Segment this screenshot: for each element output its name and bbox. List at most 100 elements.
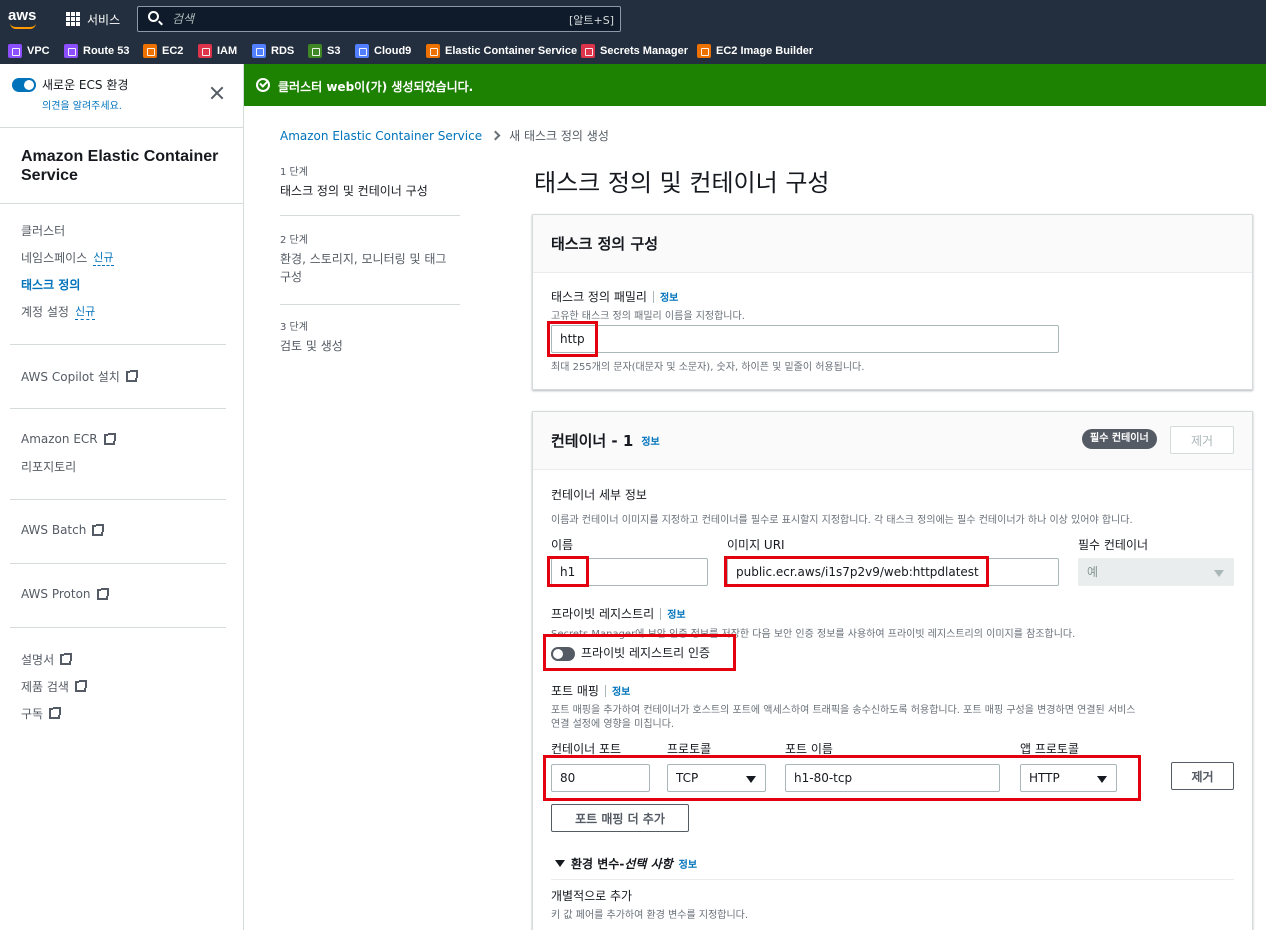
step-label: 환경, 스토리지, 모니터링 및 태그 구성 <box>280 252 447 284</box>
sidebar-item-label: 네임스페이스 <box>21 251 88 265</box>
sidebar-link-label: AWS Copilot 설치 <box>21 370 120 384</box>
favorite-secrets-manager[interactable]: Secrets Manager <box>581 42 688 60</box>
divider <box>280 304 460 305</box>
favorite-cloud9[interactable]: Cloud9 <box>355 42 411 60</box>
route53-icon <box>64 44 78 58</box>
sidebar-link-product-search[interactable]: 제품 검색 <box>21 678 87 695</box>
new-ecs-label: 새로운 ECS 환경 <box>42 78 129 92</box>
add-port-mapping-button[interactable]: 포트 매핑 더 추가 <box>551 804 689 832</box>
sidebar-link-label: 설명서 <box>21 653 55 667</box>
divider <box>10 627 226 628</box>
favorite-ec2-image-builder[interactable]: EC2 Image Builder <box>697 42 813 60</box>
grid-icon <box>66 12 80 26</box>
favorite-rds[interactable]: RDS <box>252 42 294 60</box>
divider <box>0 203 243 204</box>
sidebar-link-label: 제품 검색 <box>21 680 69 694</box>
info-link[interactable]: 정보 <box>679 856 697 871</box>
port-mapping-description-2: 연결 설정에 영향을 미칩니다. <box>551 719 675 730</box>
sidebar-title[interactable]: Amazon Elastic Container Service <box>21 147 221 185</box>
services-menu-button[interactable]: 서비스 <box>66 9 120 29</box>
sidebar-item-clusters[interactable]: 클러스터 <box>21 222 65 239</box>
step-number: 3 단계 <box>280 322 308 333</box>
breadcrumb-root-link[interactable]: Amazon Elastic Container Service <box>280 129 482 143</box>
aws-logo[interactable]: aws <box>8 7 40 31</box>
services-label: 서비스 <box>87 12 121 27</box>
image-uri-label: 이미지 URI <box>727 538 785 552</box>
family-input[interactable]: http <box>551 325 1059 353</box>
favorite-iam[interactable]: IAM <box>198 42 237 60</box>
divider <box>10 344 226 345</box>
private-registry-label: 프라이빗 레지스트리 정보 <box>551 605 686 622</box>
sidebar-link-batch[interactable]: AWS Batch <box>21 523 105 537</box>
wizard-step-3[interactable]: 3 단계 검토 및 생성 <box>280 318 460 355</box>
sidebar-link-label: AWS Batch <box>21 523 87 537</box>
feedback-link[interactable]: 의견을 알려주세요. <box>42 97 122 112</box>
highlight-private-registry-toggle <box>543 634 736 671</box>
image-builder-icon <box>697 44 711 58</box>
separator <box>660 607 662 620</box>
external-link-icon <box>96 587 109 600</box>
external-link-icon <box>92 523 105 536</box>
sidebar-item-label: 계정 설정 <box>21 305 69 319</box>
caret-down-icon <box>555 860 565 867</box>
info-link[interactable]: 정보 <box>660 289 678 304</box>
favorite-s3[interactable]: S3 <box>308 42 340 60</box>
breadcrumb-current: 새 태스크 정의 생성 <box>509 129 609 143</box>
favorite-route53[interactable]: Route 53 <box>64 42 129 60</box>
info-link[interactable]: 정보 <box>667 606 685 621</box>
step-label: 검토 및 생성 <box>280 339 343 353</box>
divider <box>0 127 243 128</box>
iam-icon <box>198 44 212 58</box>
favorite-vpc[interactable]: VPC <box>8 42 50 60</box>
remove-container-button[interactable]: 제거 <box>1170 426 1234 454</box>
essential-container-label: 필수 컨테이너 <box>1078 538 1149 552</box>
remove-port-mapping-button[interactable]: 제거 <box>1171 762 1234 790</box>
sidebar-item-task-definitions[interactable]: 태스크 정의 <box>21 276 80 293</box>
info-link[interactable]: 정보 <box>612 683 630 698</box>
breadcrumb: Amazon Elastic Container Service 새 태스크 정… <box>280 127 609 144</box>
sidebar-link-subscribe[interactable]: 구독 <box>21 705 62 722</box>
name-label: 이름 <box>551 538 574 552</box>
close-icon[interactable] <box>208 84 226 102</box>
sidebar-link-proton[interactable]: AWS Proton <box>21 587 109 601</box>
container-title-text: 컨테이너 - 1 <box>551 432 634 450</box>
favorite-label: Secrets Manager <box>600 45 689 57</box>
top-navigation: aws 서비스 [알트+S] <box>0 0 1266 38</box>
aws-smile-icon <box>10 23 36 29</box>
vpc-icon <box>8 44 22 58</box>
essential-container-badge: 필수 컨테이너 <box>1082 429 1157 449</box>
wizard-step-2[interactable]: 2 단계 환경, 스토리지, 모니터링 및 태그 구성 <box>280 231 460 286</box>
favorite-ecs[interactable]: Elastic Container Service <box>426 42 577 60</box>
container-details-description: 이름과 컨테이너 이미지를 지정하고 컨테이너를 필수로 표시할지 지정합니다.… <box>551 515 1133 526</box>
sidebar-link-copilot[interactable]: AWS Copilot 설치 <box>21 368 138 385</box>
favorite-label: EC2 <box>162 45 184 57</box>
sidebar-link-repositories[interactable]: 리포지토리 <box>21 458 76 475</box>
essential-container-select[interactable]: 예 <box>1078 558 1234 586</box>
task-definition-panel: 태스크 정의 구성 태스크 정의 패밀리 정보 고유한 태스크 정의 패밀리 이… <box>532 214 1253 390</box>
family-description: 고유한 태스크 정의 패밀리 이름을 지정합니다. <box>551 311 745 322</box>
family-label-text: 태스크 정의 패밀리 <box>551 290 647 304</box>
favorite-ec2[interactable]: EC2 <box>143 42 183 60</box>
environment-variables-toggle[interactable]: 환경 변수 - 선택 사항 정보 <box>555 855 697 872</box>
add-individually-label: 개별적으로 추가 <box>551 889 633 903</box>
favorite-label: Route 53 <box>83 45 130 57</box>
step-number: 2 단계 <box>280 235 308 246</box>
search-box[interactable]: [알트+S] <box>137 6 621 32</box>
family-constraint-hint: 최대 255개의 문자(대문자 및 소문자), 숫자, 하이픈 및 밑줄이 허용… <box>551 362 865 373</box>
step-number: 1 단계 <box>280 167 308 178</box>
search-input[interactable] <box>172 10 552 28</box>
info-link[interactable]: 정보 <box>641 433 659 448</box>
success-flash-banner: 클러스터 web이(가) 생성되었습니다. <box>244 64 1266 106</box>
new-ecs-toggle[interactable] <box>12 78 36 92</box>
sidebar-link-ecr[interactable]: Amazon ECR <box>21 432 116 446</box>
check-circle-icon <box>256 78 270 92</box>
wizard-step-1[interactable]: 1 단계 태스크 정의 및 컨테이너 구성 <box>280 163 460 200</box>
essential-container-value: 예 <box>1087 565 1099 579</box>
sidebar-item-namespaces[interactable]: 네임스페이스 신규 <box>21 249 114 266</box>
family-label: 태스크 정의 패밀리 정보 <box>551 288 678 305</box>
divider <box>551 879 1234 880</box>
step-label: 태스크 정의 및 컨테이너 구성 <box>280 184 428 198</box>
sidebar-link-documentation[interactable]: 설명서 <box>21 651 73 668</box>
favorite-label: Cloud9 <box>374 45 412 57</box>
sidebar-item-account-settings[interactable]: 계정 설정 신규 <box>21 303 96 320</box>
